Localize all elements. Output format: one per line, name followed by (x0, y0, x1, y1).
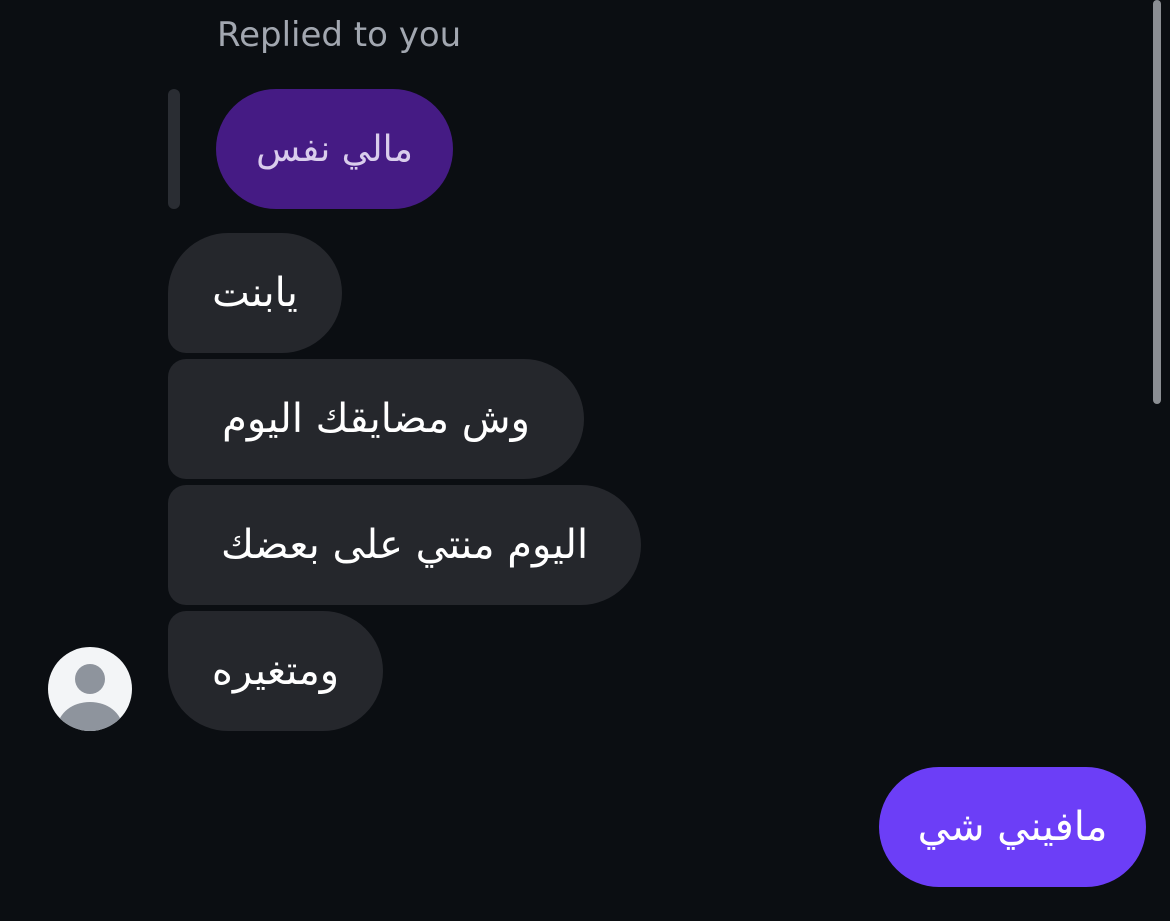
incoming-message-bubble[interactable]: وش مضايقك اليوم (168, 359, 584, 479)
quoted-message-bubble[interactable]: مالي نفس (216, 89, 453, 209)
chat-thread: Replied to you مالي نفس يابنت وش مضايقك … (0, 0, 1170, 921)
default-user-avatar-icon[interactable] (48, 647, 132, 731)
avatar-body-shape (58, 702, 122, 731)
vertical-scrollbar[interactable] (1153, 0, 1161, 404)
reply-quote-bar (168, 89, 180, 209)
reply-label: Replied to you (217, 15, 462, 55)
incoming-message-bubble[interactable]: اليوم منتي على بعضك (168, 485, 641, 605)
incoming-message-bubble[interactable]: يابنت (168, 233, 342, 353)
outgoing-message-bubble[interactable]: مافيني شي (879, 767, 1146, 887)
incoming-message-bubble[interactable]: ومتغيره (168, 611, 383, 731)
avatar-head-shape (75, 664, 105, 694)
